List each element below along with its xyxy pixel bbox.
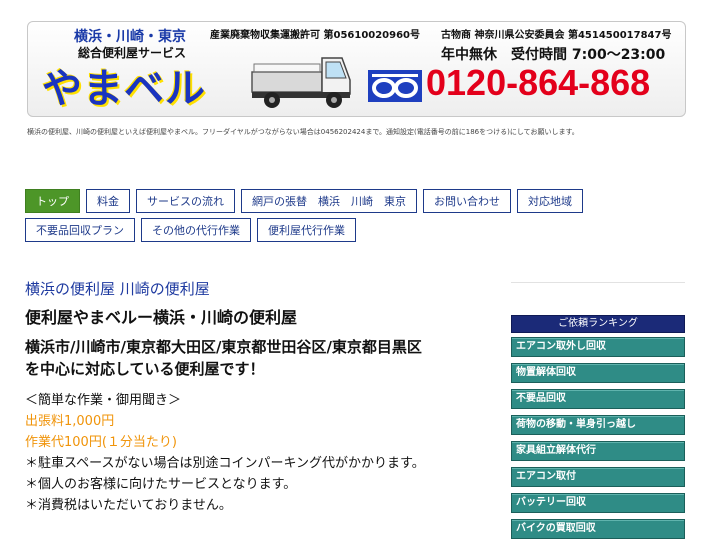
sidebar-divider: [511, 282, 685, 311]
nav-service-area[interactable]: 対応地域: [517, 189, 583, 213]
section-heading: ＜簡単な作業・御用聞き＞: [25, 393, 182, 408]
nav-screen-repair[interactable]: 網戸の張替 横浜 川崎 東京: [241, 189, 417, 213]
nav-top[interactable]: トップ: [25, 189, 80, 213]
truck-icon: [251, 57, 351, 108]
nav-contact[interactable]: お問い合わせ: [423, 189, 511, 213]
trip-fee: 出張料1,000円: [25, 414, 115, 429]
freedial-icon: [368, 70, 422, 102]
note-individuals: ＊個人のお客様に向けたサービスとなります。: [25, 477, 297, 492]
work-fee: 作業代100円(１分当たり): [25, 435, 177, 450]
main-content: 横浜の便利屋 川崎の便利屋 便利屋やまベルー横浜・川崎の便利屋 横浜市/川崎市/…: [25, 278, 495, 516]
banner-permit: 産業廃棄物収集運搬許可 第05610020960号: [210, 30, 421, 41]
contact-note: 横浜の便利屋、川崎の便利屋といえば便利屋やまベル。フリーダイヤルがつながらない場…: [27, 128, 579, 136]
main-nav: トップ 料金 サービスの流れ 網戸の張替 横浜 川崎 東京 お問い合わせ 対応地…: [25, 189, 665, 247]
service-areas-line2: を中心に対応している便利屋です！: [25, 360, 265, 378]
page-subtitle: 便利屋やまベルー横浜・川崎の便利屋: [25, 308, 298, 327]
service-areas-line1: 横浜市/川崎市/東京都大田区/東京都世田谷区/東京都目黒区: [25, 338, 422, 356]
ranking-item[interactable]: 不要品回収: [511, 389, 685, 409]
nav-pricing[interactable]: 料金: [86, 189, 130, 213]
ranking-item[interactable]: バイクの買取回収: [511, 519, 685, 539]
nav-junk-removal-plan[interactable]: 不要品回収プラン: [25, 218, 135, 242]
nav-other-tasks[interactable]: その他の代行作業: [141, 218, 251, 242]
banner-cities: 横浜・川崎・東京: [74, 29, 186, 45]
sidebar: ご依頼ランキング エアコン取外し回収 物置解体回収 不要品回収 荷物の移動・単身…: [511, 282, 685, 545]
service-areas: 横浜市/川崎市/東京都大田区/東京都世田谷区/東京都目黒区 を中心に対応している…: [25, 336, 495, 380]
logo: やまベル: [42, 66, 206, 112]
ranking-item[interactable]: エアコン取付: [511, 467, 685, 487]
ranking-heading: ご依頼ランキング: [511, 315, 685, 333]
page-title: 横浜の便利屋 川崎の便利屋: [25, 280, 210, 298]
phone-number[interactable]: 0120-864-868: [426, 62, 650, 104]
header-banner[interactable]: 横浜・川崎・東京 産業廃棄物収集運搬許可 第05610020960号 古物商 神…: [27, 21, 686, 117]
ranking-item[interactable]: 荷物の移動・単身引っ越し: [511, 415, 685, 435]
ranking-item[interactable]: 物置解体回収: [511, 363, 685, 383]
banner-hours: 年中無休 受付時間 7:00～23:00: [441, 47, 666, 63]
nav-handyman-tasks[interactable]: 便利屋代行作業: [257, 218, 356, 242]
ranking-item[interactable]: エアコン取外し回収: [511, 337, 685, 357]
note-tax: ＊消費税はいただいておりません。: [25, 498, 232, 513]
nav-service-flow[interactable]: サービスの流れ: [136, 189, 235, 213]
note-parking: ＊駐車スペースがない場合は別途コインパーキング代がかかります。: [25, 456, 425, 471]
banner-store-license: 古物商 神奈川県公安委員会 第451450017847号: [441, 30, 672, 41]
ranking-item[interactable]: 家具組立解体代行: [511, 441, 685, 461]
ranking-item[interactable]: バッテリー回収: [511, 493, 685, 513]
